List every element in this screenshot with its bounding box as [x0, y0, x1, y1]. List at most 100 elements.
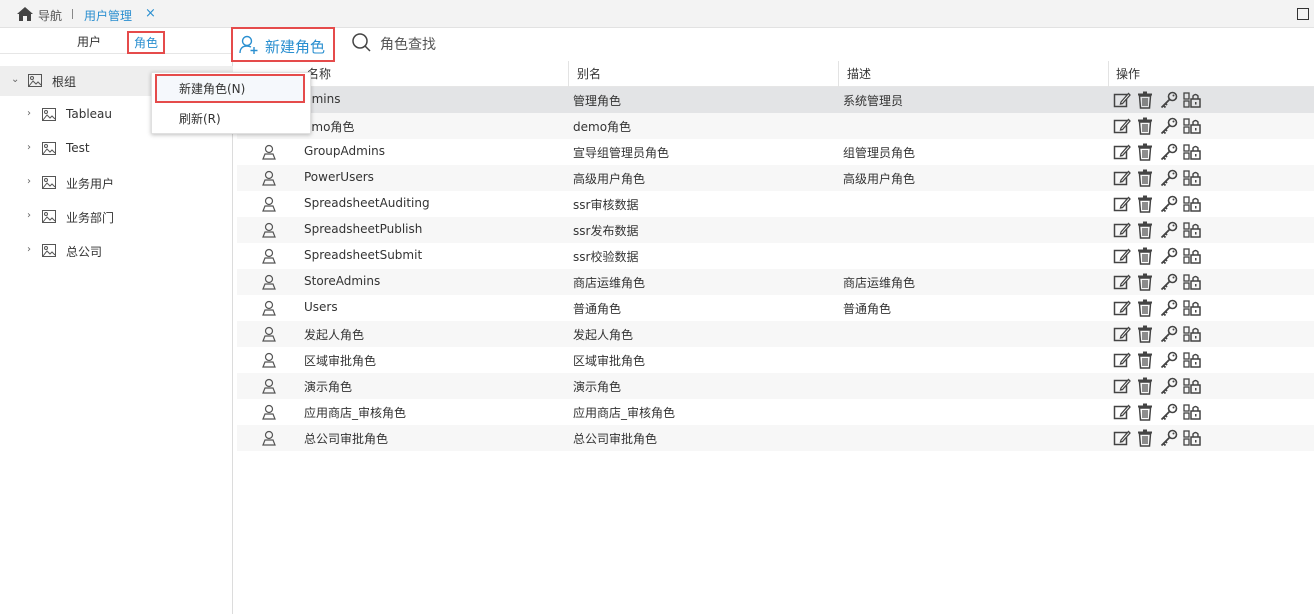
table-row[interactable]: 总公司审批角色 总公司审批角色 [237, 425, 1314, 451]
delete-icon[interactable] [1136, 247, 1154, 265]
chevron-right-icon[interactable]: › [27, 176, 31, 187]
tab-roles[interactable]: 角色 [127, 31, 166, 54]
edit-icon[interactable] [1113, 169, 1131, 187]
tree-node[interactable]: › 业务用户 [0, 168, 233, 198]
table-row[interactable]: 演示角色 演示角色 [237, 373, 1314, 399]
permission-icon[interactable] [1183, 91, 1201, 109]
delete-icon[interactable] [1136, 91, 1154, 109]
table-row[interactable]: SpreadsheetAuditing ssr审核数据 [237, 191, 1314, 217]
column-divider[interactable] [568, 61, 569, 87]
edit-icon[interactable] [1113, 247, 1131, 265]
key-icon[interactable] [1160, 299, 1178, 317]
find-role-button[interactable]: 角色查找 [351, 31, 461, 55]
edit-icon[interactable] [1113, 351, 1131, 369]
edit-icon[interactable] [1113, 143, 1131, 161]
permission-icon[interactable] [1183, 325, 1201, 343]
permission-icon[interactable] [1183, 299, 1201, 317]
delete-icon[interactable] [1136, 117, 1154, 135]
new-role-button[interactable]: 新建角色 [231, 27, 335, 62]
delete-icon[interactable] [1136, 195, 1154, 213]
delete-icon[interactable] [1136, 351, 1154, 369]
key-icon[interactable] [1160, 429, 1178, 447]
key-icon[interactable] [1160, 325, 1178, 343]
key-icon[interactable] [1160, 403, 1178, 421]
chevron-right-icon[interactable]: › [27, 142, 31, 153]
key-icon[interactable] [1160, 195, 1178, 213]
delete-icon[interactable] [1136, 325, 1154, 343]
permission-icon[interactable] [1183, 195, 1201, 213]
chevron-right-icon[interactable]: › [27, 108, 31, 119]
row-actions [1113, 91, 1233, 109]
key-icon[interactable] [1160, 247, 1178, 265]
tab-user-management[interactable]: 用户管理 [84, 7, 132, 24]
key-icon[interactable] [1160, 221, 1178, 239]
delete-icon[interactable] [1136, 377, 1154, 395]
table-row[interactable]: PowerUsers 高级用户角色 高级用户角色 [237, 165, 1314, 191]
cell-name: 发起人角色 [304, 328, 365, 342]
close-icon[interactable]: × [145, 6, 156, 21]
permission-icon[interactable] [1183, 117, 1201, 135]
permission-icon[interactable] [1183, 143, 1201, 161]
chevron-down-icon[interactable]: ⌄ [11, 74, 19, 85]
permission-icon[interactable] [1183, 247, 1201, 265]
key-icon[interactable] [1160, 91, 1178, 109]
key-icon[interactable] [1160, 351, 1178, 369]
delete-icon[interactable] [1136, 429, 1154, 447]
key-icon[interactable] [1160, 169, 1178, 187]
chevron-right-icon[interactable]: › [27, 244, 31, 255]
tree-node[interactable]: › 总公司 [0, 236, 233, 266]
tree-node[interactable]: › Test [0, 134, 233, 164]
permission-icon[interactable] [1183, 273, 1201, 291]
tree-node[interactable]: › 业务部门 [0, 202, 233, 232]
delete-icon[interactable] [1136, 221, 1154, 239]
table-row[interactable]: 应用商店_审核角色 应用商店_审核角色 [237, 399, 1314, 425]
edit-icon[interactable] [1113, 221, 1131, 239]
header-description[interactable]: 描述 [847, 65, 871, 82]
menu-item-new-role[interactable]: 新建角色(N) [152, 75, 310, 103]
table-row[interactable]: dmins 管理角色 系统管理员 [237, 87, 1314, 113]
tab-users[interactable]: 用户 [77, 33, 101, 50]
permission-icon[interactable] [1183, 351, 1201, 369]
table-row[interactable]: SpreadsheetSubmit ssr校验数据 [237, 243, 1314, 269]
delete-icon[interactable] [1136, 403, 1154, 421]
edit-icon[interactable] [1113, 429, 1131, 447]
edit-icon[interactable] [1113, 299, 1131, 317]
menu-item-refresh[interactable]: 刷新(R) [152, 105, 310, 133]
table-row[interactable]: emo角色 demo角色 [237, 113, 1314, 139]
permission-icon[interactable] [1183, 221, 1201, 239]
delete-icon[interactable] [1136, 143, 1154, 161]
column-divider[interactable] [1108, 61, 1109, 87]
edit-icon[interactable] [1113, 91, 1131, 109]
column-divider[interactable] [838, 61, 839, 87]
permission-icon[interactable] [1183, 429, 1201, 447]
chevron-right-icon[interactable]: › [27, 210, 31, 221]
permission-icon[interactable] [1183, 377, 1201, 395]
role-icon [261, 196, 277, 212]
table-row[interactable]: 发起人角色 发起人角色 [237, 321, 1314, 347]
permission-icon[interactable] [1183, 403, 1201, 421]
key-icon[interactable] [1160, 377, 1178, 395]
edit-icon[interactable] [1113, 117, 1131, 135]
table-row[interactable]: SpreadsheetPublish ssr发布数据 [237, 217, 1314, 243]
key-icon[interactable] [1160, 273, 1178, 291]
edit-icon[interactable] [1113, 195, 1131, 213]
table-row[interactable]: 区域审批角色 区域审批角色 [237, 347, 1314, 373]
table-row[interactable]: GroupAdmins 宣导组管理员角色 组管理员角色 [237, 139, 1314, 165]
delete-icon[interactable] [1136, 169, 1154, 187]
header-alias[interactable]: 别名 [577, 65, 601, 82]
nav-label[interactable]: 导航 [38, 7, 62, 24]
table-row[interactable]: StoreAdmins 商店运维角色 商店运维角色 [237, 269, 1314, 295]
group-icon [42, 210, 56, 223]
delete-icon[interactable] [1136, 273, 1154, 291]
edit-icon[interactable] [1113, 403, 1131, 421]
edit-icon[interactable] [1113, 377, 1131, 395]
edit-icon[interactable] [1113, 325, 1131, 343]
table-row[interactable]: Users 普通角色 普通角色 [237, 295, 1314, 321]
delete-icon[interactable] [1136, 299, 1154, 317]
maximize-icon[interactable] [1297, 8, 1309, 20]
edit-icon[interactable] [1113, 273, 1131, 291]
home-icon[interactable] [17, 7, 33, 21]
key-icon[interactable] [1160, 117, 1178, 135]
permission-icon[interactable] [1183, 169, 1201, 187]
key-icon[interactable] [1160, 143, 1178, 161]
